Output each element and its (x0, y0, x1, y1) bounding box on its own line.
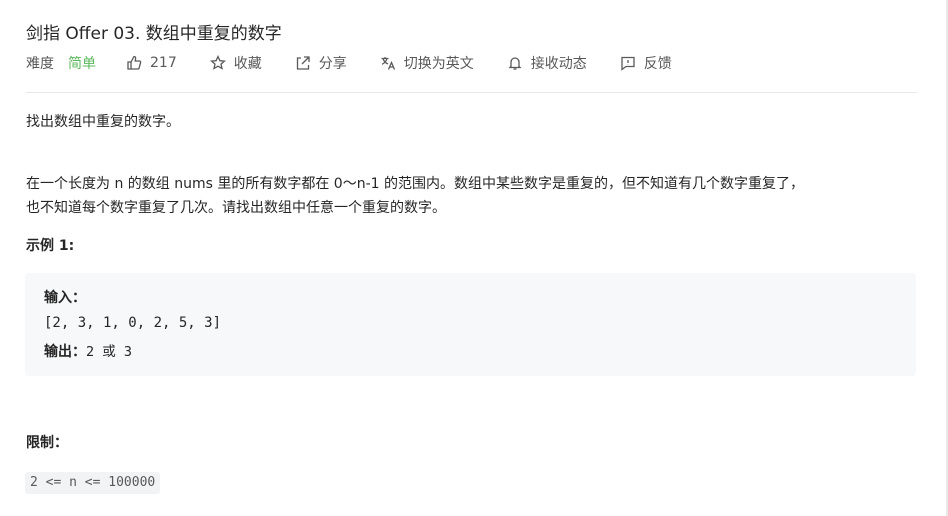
bell-icon (508, 57, 522, 70)
switch-language-button[interactable]: 切换为英文 (380, 53, 474, 73)
thumbs-up-icon (127, 55, 142, 70)
notify-label: 接收动态 (530, 56, 587, 72)
translate-icon (381, 57, 395, 70)
like-count: 217 (150, 55, 177, 71)
problem-toolbar: 难度 简单 217 收藏 分享 切换为英文 接收动态 反馈 (26, 53, 705, 73)
like-button[interactable]: 217 (126, 55, 177, 71)
feedback-button[interactable]: 反馈 (620, 53, 672, 73)
limits-heading: 限制： (26, 435, 68, 451)
feedback-label: 反馈 (643, 56, 672, 72)
limits-constraint: 2 <= n <= 100000 (25, 472, 161, 494)
difficulty-label: 难度 (26, 56, 54, 72)
description-line-2: 也不知道每个数字重复了几次。请找出数组中任意一个重复的数字。 (26, 200, 446, 216)
switch-language-label: 切换为英文 (403, 56, 474, 72)
header-divider (26, 92, 917, 93)
description-line-1: 在一个长度为 n 的数组 nums 里的所有数字都在 0～n-1 的范围内。数组… (26, 176, 804, 192)
description-intro: 找出数组中重复的数字。 (26, 114, 180, 130)
share-label: 分享 (318, 56, 347, 72)
favorite-button[interactable]: 收藏 (209, 53, 262, 73)
notify-button[interactable]: 接收动态 (507, 53, 587, 73)
share-icon (296, 56, 310, 70)
example-heading: 示例 1: (26, 238, 75, 254)
problem-title: 剑指 Offer 03. 数组中重复的数字 (26, 24, 282, 44)
star-icon (209, 55, 226, 70)
example-input-value: [2, 3, 1, 0, 2, 5, 3] (44, 315, 222, 331)
favorite-label: 收藏 (233, 56, 262, 72)
share-button[interactable]: 分享 (295, 53, 347, 73)
example-input-label: 输入： (44, 290, 86, 306)
example-code-block: 输入： [2, 3, 1, 0, 2, 5, 3] 输出：2 或 3 (25, 273, 916, 376)
example-output-label: 输出： (44, 344, 86, 360)
difficulty-badge: 简单 (68, 56, 96, 72)
example-output-value: 2 或 3 (86, 344, 133, 360)
feedback-icon (621, 56, 635, 71)
example-output-row: 输出：2 或 3 (44, 340, 132, 361)
